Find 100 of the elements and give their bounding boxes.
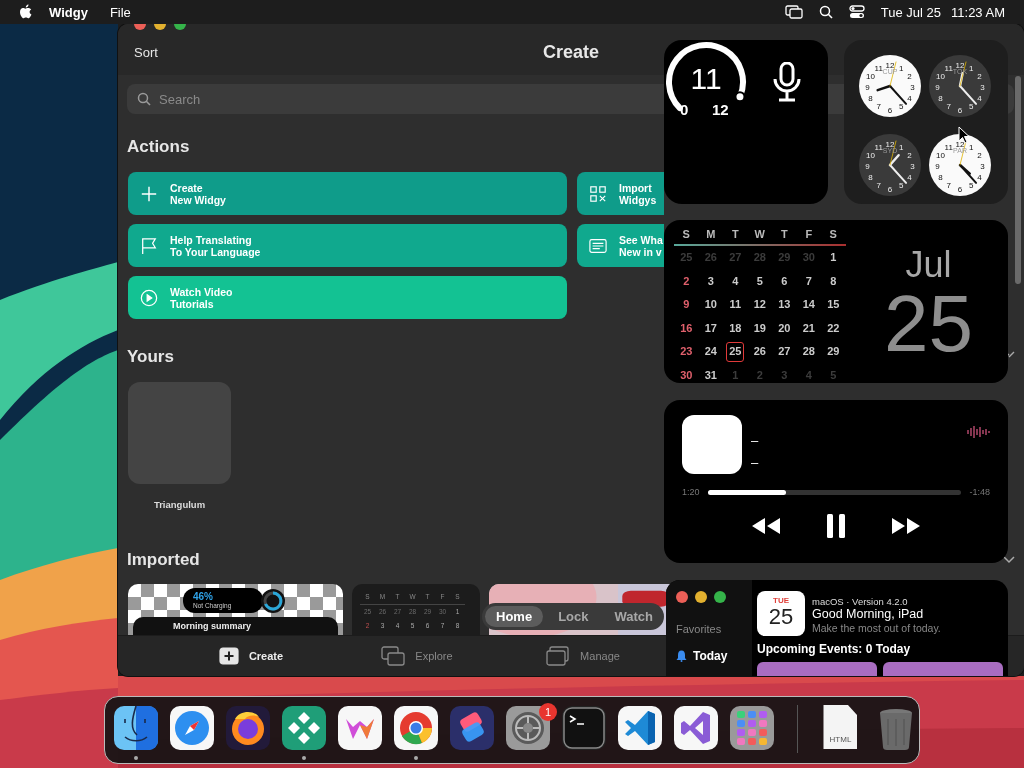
window-title: Create [543,42,599,63]
clock-face [929,55,991,117]
clock-numeral: 2 [907,71,912,81]
close-button[interactable] [676,591,688,603]
clock-numeral: 5 [899,181,904,190]
date-day: 25 [768,605,794,629]
clock-numeral: 10 [936,150,945,160]
minimize-button[interactable] [154,24,166,30]
waveform-icon [966,424,990,440]
scrollbar[interactable] [1015,76,1021,284]
tab[interactable]: Explore [334,645,500,667]
clock-numeral: 1 [969,63,974,73]
month-label: Jul [905,246,952,284]
menu-date[interactable]: Tue Jul 25 [880,4,942,20]
sidebar-item[interactable]: Today [676,649,752,663]
menu-time[interactable]: 11:23 AM [951,4,1005,20]
day-number: 24 [703,344,718,359]
section-heading: Imported [127,550,200,570]
album-art [682,415,742,474]
clock-numeral: 2 [977,71,982,81]
search-icon [137,92,151,106]
clock-numeral: 8 [868,94,873,104]
day-number: 21 [801,320,816,336]
day-number: 3 [706,273,715,289]
pause-icon[interactable] [826,513,846,539]
tab[interactable]: Create [168,646,334,666]
chevron-down-icon[interactable] [1003,556,1015,564]
clock-numeral: 5 [969,102,974,112]
events-heading: Upcoming Events: 0 Today [757,642,912,656]
clock-face [859,133,921,196]
safari-app-icon[interactable] [169,705,215,751]
day-number: 27 [777,344,792,359]
segment-button[interactable]: Watch [603,606,664,627]
zoom-button[interactable] [714,591,726,603]
bell-icon [676,650,687,662]
clock-numeral: 7 [946,102,951,112]
day-number: 1 [731,367,740,383]
clock-numeral: 7 [876,102,881,112]
weekday-label: T [779,227,789,242]
segment-button[interactable]: Home [485,606,544,627]
settings-app-icon[interactable] [505,705,551,751]
segment-button[interactable]: Lock [547,606,600,627]
day-number: 20 [777,320,792,336]
close-button[interactable] [134,24,146,30]
w-app-icon[interactable] [337,705,383,751]
clock-numeral: 8 [868,172,873,182]
progress-track[interactable] [707,489,962,495]
clock-numeral: 7 [876,181,881,190]
screen-mirroring-icon[interactable] [784,5,803,19]
weekday-label: W [753,227,766,242]
day-number: 19 [752,320,767,336]
fast-forward-icon[interactable] [891,517,921,535]
day-number: 11 [728,297,743,312]
day-number: 5 [829,367,838,383]
elapsed-time: 1:20 [682,487,700,497]
greeting: Good Morning, iPad [812,607,925,622]
html-file-icon[interactable]: HTML [823,705,858,749]
apple-logo-icon[interactable] [19,4,33,20]
section-heading: Actions [127,137,190,157]
day-number: 29 [777,250,792,265]
version-label: macOS · Version 4.2.0 [812,596,909,607]
firefox-app-icon[interactable] [225,705,271,751]
chrome-app-icon[interactable] [393,705,439,751]
widgy-app-icon[interactable] [281,705,327,751]
shortcuts-app-icon[interactable] [449,705,495,751]
cursor-icon [958,126,970,144]
search-icon[interactable] [818,5,833,19]
clock-numeral: 3 [910,83,915,92]
day-number: 25 [679,250,694,265]
weekday-label: S [828,227,838,242]
battery-percent: 46% [193,591,214,602]
vstudio-app-icon[interactable] [673,705,719,751]
day-number: 8 [829,273,838,289]
clock-numeral: 5 [899,102,904,112]
ring-icon [260,588,286,614]
clock-numeral: 6 [887,105,893,115]
widget-name: Triangulum [153,499,206,510]
clock-numeral: 9 [865,161,870,171]
sort-button[interactable]: Sort [134,45,158,60]
stack-icon [546,646,571,666]
finder-app-icon[interactable] [113,705,159,751]
zoom-button[interactable] [174,24,186,30]
day-number: 27 [728,250,743,265]
menu-app-name[interactable]: Widgy [49,4,88,20]
clock-numeral: 8 [938,94,943,104]
launchpad-app-icon[interactable] [729,705,775,751]
clock-face [859,55,921,117]
tab[interactable]: Manage [500,645,666,667]
day-number: 3 [780,367,789,383]
clock-numeral: 1 [969,142,974,151]
day-number: 6 [780,273,789,289]
terminal-app-icon[interactable] [561,705,607,751]
day-number: 2 [755,367,764,383]
menu-item[interactable]: File [109,4,131,20]
minimize-button[interactable] [695,591,707,603]
vscode-app-icon[interactable] [617,705,663,751]
day-number: 29 [826,344,841,359]
clock-numeral: 9 [865,83,870,92]
rewind-icon[interactable] [751,517,781,535]
control-center-icon[interactable] [848,5,865,19]
